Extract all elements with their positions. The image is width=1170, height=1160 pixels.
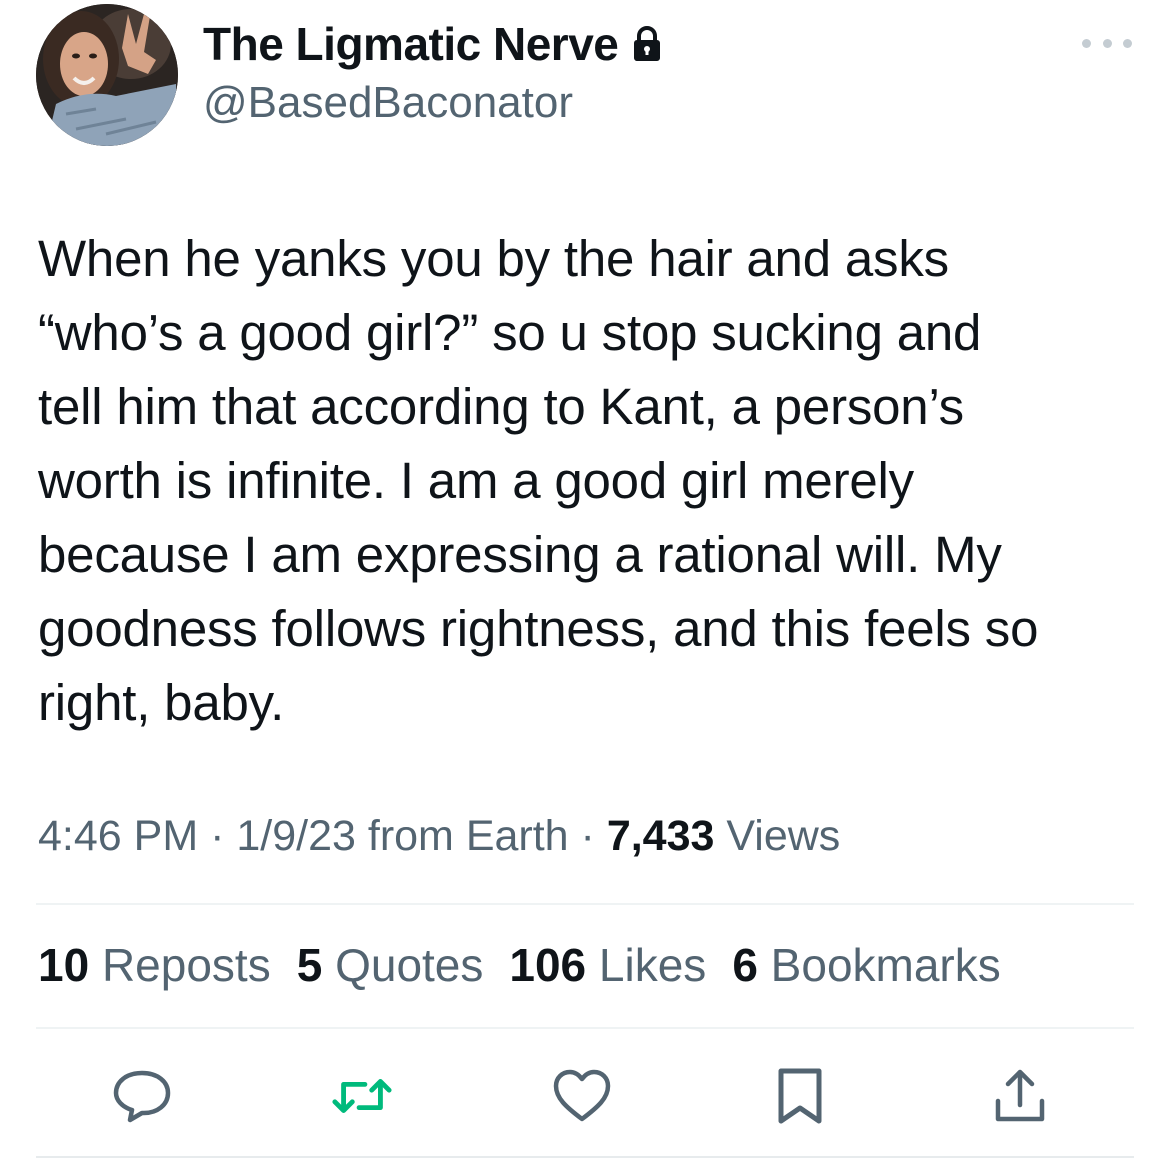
likes-label: Likes xyxy=(586,939,707,991)
repost-button[interactable] xyxy=(330,1064,394,1128)
tweet-time[interactable]: 4:46 PM xyxy=(38,812,198,860)
bookmark-icon xyxy=(778,1068,822,1124)
like-button[interactable] xyxy=(550,1064,614,1128)
tweet-detail-page: The Ligmatic Nerve @BasedBaconator When … xyxy=(0,0,1170,1160)
author-avatar[interactable] xyxy=(36,4,178,146)
reposts-count: 10 xyxy=(38,939,90,991)
reply-icon xyxy=(113,1070,171,1123)
reply-button[interactable] xyxy=(110,1064,174,1128)
author-display-name[interactable]: The Ligmatic Nerve xyxy=(203,17,619,71)
more-options-icon[interactable] xyxy=(1082,30,1132,56)
quotes-label: Quotes xyxy=(322,939,484,991)
quotes-stat[interactable]: 5 Quotes xyxy=(297,938,484,992)
tweet-meta: 4:46 PM · 1/9/23 from Earth · 7,433 View… xyxy=(38,812,840,861)
author-handle[interactable]: @BasedBaconator xyxy=(203,78,573,128)
meta-separator: · xyxy=(568,812,607,860)
tweet-date[interactable]: 1/9/23 xyxy=(236,812,356,860)
bookmarks-count: 6 xyxy=(732,939,758,991)
bookmark-button[interactable] xyxy=(768,1064,832,1128)
views-count: 7,433 xyxy=(606,812,715,860)
engagement-stats: 10 Reposts 5 Quotes 106 Likes 6 Bookmark… xyxy=(38,938,1027,992)
divider xyxy=(36,903,1134,905)
likes-count: 106 xyxy=(509,939,587,991)
share-icon xyxy=(995,1069,1045,1122)
reposts-label: Reposts xyxy=(89,939,271,991)
views-label: Views xyxy=(714,812,841,860)
tweet-text: When he yanks you by the hair and asks “… xyxy=(38,230,1039,731)
tweet-source: from Earth xyxy=(355,812,569,860)
dot xyxy=(1082,38,1091,48)
dot xyxy=(1102,38,1112,48)
meta-separator: · xyxy=(198,812,237,860)
bookmarks-stat[interactable]: 6 Bookmarks xyxy=(732,938,1000,992)
likes-stat[interactable]: 106 Likes xyxy=(509,938,706,992)
profile-photo xyxy=(36,4,178,146)
repost-icon xyxy=(332,1079,392,1113)
reposts-stat[interactable]: 10 Reposts xyxy=(38,938,271,992)
heart-icon xyxy=(553,1069,611,1122)
divider xyxy=(36,1156,1134,1158)
dot xyxy=(1123,38,1132,48)
author-name-row[interactable]: The Ligmatic Nerve xyxy=(203,18,662,70)
share-button[interactable] xyxy=(988,1064,1052,1128)
lock-icon xyxy=(632,26,662,62)
divider xyxy=(36,1027,1134,1029)
quotes-count: 5 xyxy=(296,939,323,991)
bookmarks-label: Bookmarks xyxy=(757,939,1001,991)
